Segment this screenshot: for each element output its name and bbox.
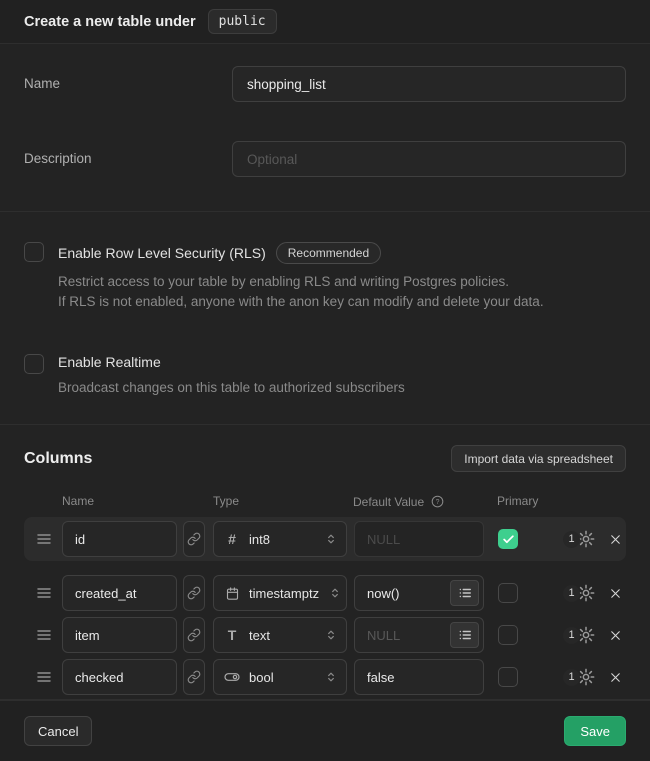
primary-key-checkbox[interactable] <box>498 667 518 687</box>
foreign-key-link-icon[interactable] <box>183 575 205 611</box>
remove-column-button[interactable] <box>605 625 625 645</box>
text-type-icon: T <box>224 627 240 643</box>
column-settings-button[interactable]: 1 <box>563 583 596 603</box>
svg-text:?: ? <box>436 499 440 506</box>
recommended-badge: Recommended <box>276 242 381 264</box>
header-type: Type <box>213 494 239 508</box>
close-icon <box>608 670 623 685</box>
default-value-menu-icon[interactable] <box>450 580 479 606</box>
check-icon <box>502 533 515 546</box>
remove-column-button[interactable] <box>605 529 625 549</box>
foreign-key-link-icon[interactable] <box>183 617 205 653</box>
primary-key-checkbox[interactable] <box>498 625 518 645</box>
save-button[interactable]: Save <box>564 716 626 746</box>
column-rows: # int8 1 <box>24 517 626 695</box>
column-row-item: T text 1 <box>24 617 626 653</box>
schema-badge: public <box>208 9 277 34</box>
close-icon <box>608 586 623 601</box>
table-info-section: Name Description <box>0 44 650 212</box>
toggles-section: Enable Row Level Security (RLS) Recommen… <box>0 212 650 425</box>
drag-handle-icon[interactable] <box>36 627 52 643</box>
chevron-up-down-icon <box>324 670 338 684</box>
column-default-input <box>354 521 484 557</box>
column-type-select[interactable]: T text <box>213 617 347 653</box>
remove-column-button[interactable] <box>605 583 625 603</box>
chevron-up-down-icon <box>324 532 338 546</box>
chevron-up-down-icon <box>328 586 342 600</box>
import-spreadsheet-button[interactable]: Import data via spreadsheet <box>451 445 626 472</box>
dialog-title: Create a new table under <box>24 14 196 30</box>
primary-key-checkbox[interactable] <box>498 583 518 603</box>
column-row-checked: bool 1 <box>24 659 626 695</box>
create-table-dialog: Create a new table under public Name Des… <box>0 0 650 761</box>
column-row-created-at: timestamptz 1 <box>24 575 626 611</box>
realtime-label: Enable Realtime <box>58 354 161 370</box>
default-value-menu-icon[interactable] <box>450 622 479 648</box>
remove-column-button[interactable] <box>605 667 625 687</box>
column-name-input[interactable] <box>62 575 177 611</box>
header-primary: Primary <box>497 494 538 508</box>
column-type-select[interactable]: timestamptz <box>213 575 347 611</box>
column-type-select[interactable]: bool <box>213 659 347 695</box>
drag-handle-icon[interactable] <box>36 669 52 685</box>
settings-count-badge: 1 <box>563 627 580 644</box>
foreign-key-link-icon[interactable] <box>183 521 205 557</box>
column-default-input[interactable] <box>354 659 484 695</box>
column-row-id: # int8 1 <box>24 517 626 561</box>
column-name-input[interactable] <box>62 521 177 557</box>
settings-count-badge: 1 <box>563 669 580 686</box>
help-icon[interactable]: ? <box>430 494 445 509</box>
column-name-input[interactable] <box>62 617 177 653</box>
close-icon <box>608 628 623 643</box>
realtime-description: Broadcast changes on this table to autho… <box>58 378 405 398</box>
description-field-row: Description <box>24 141 626 177</box>
column-settings-button[interactable]: 1 <box>563 625 596 645</box>
chevron-up-down-icon <box>324 628 338 642</box>
realtime-checkbox[interactable] <box>24 354 44 374</box>
settings-count-badge: 1 <box>563 585 580 602</box>
column-name-input[interactable] <box>62 659 177 695</box>
column-type-select[interactable]: # int8 <box>213 521 347 557</box>
settings-count-badge: 1 <box>563 531 580 548</box>
drag-handle-icon[interactable] <box>36 531 52 547</box>
dialog-footer: Cancel Save <box>0 700 650 761</box>
dialog-header: Create a new table under public <box>0 0 650 44</box>
foreign-key-link-icon[interactable] <box>183 659 205 695</box>
rls-label: Enable Row Level Security (RLS) <box>58 245 266 261</box>
columns-title: Columns <box>24 450 92 468</box>
table-name-input[interactable] <box>232 66 626 102</box>
header-name: Name <box>62 494 94 508</box>
rls-toggle-block: Enable Row Level Security (RLS) Recommen… <box>24 242 626 312</box>
cancel-button[interactable]: Cancel <box>24 716 92 746</box>
description-label: Description <box>24 141 232 177</box>
rls-checkbox[interactable] <box>24 242 44 262</box>
table-description-input[interactable] <box>232 141 626 177</box>
realtime-toggle-block: Enable Realtime Broadcast changes on thi… <box>24 354 626 398</box>
column-settings-button[interactable]: 1 <box>563 529 596 549</box>
calendar-icon <box>224 586 240 601</box>
name-field-row: Name <box>24 66 626 102</box>
drag-handle-icon[interactable] <box>36 585 52 601</box>
column-settings-button[interactable]: 1 <box>563 667 596 687</box>
header-default-value: Default Value <box>353 495 424 509</box>
primary-key-checkbox[interactable] <box>498 529 518 549</box>
toggle-icon <box>224 669 240 685</box>
hash-icon: # <box>224 531 240 547</box>
columns-section: Columns Import data via spreadsheet Name… <box>0 425 650 700</box>
columns-grid-headers: Name Type Default Value ? Primary <box>24 494 626 509</box>
close-icon <box>608 532 623 547</box>
name-label: Name <box>24 66 232 102</box>
rls-description: Restrict access to your table by enablin… <box>58 272 544 312</box>
